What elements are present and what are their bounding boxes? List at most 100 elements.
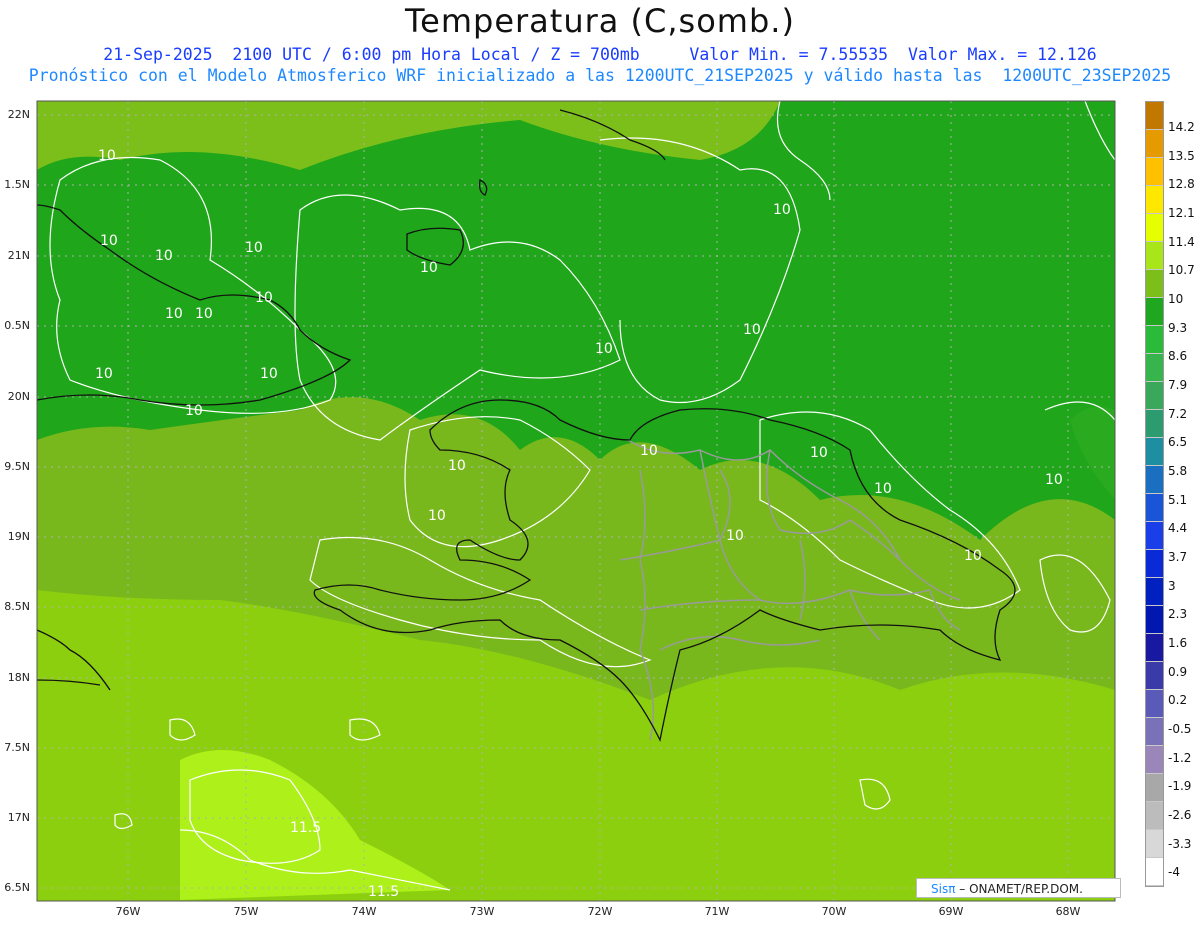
- colorbar-label: 3: [1168, 578, 1176, 593]
- forecast-time-line: 21-Sep-2025 2100 UTC / 6:00 pm Hora Loca…: [103, 45, 1097, 64]
- colorbar-label: -0.5: [1168, 722, 1192, 737]
- colorbar-box: [1146, 438, 1163, 466]
- contour-label: 11.5: [368, 884, 399, 900]
- colorbar-label: 5.8: [1168, 464, 1188, 479]
- lat-label: 6.5N: [4, 881, 30, 894]
- colorbar-box: [1146, 270, 1163, 298]
- colorbar-label: 1.6: [1168, 636, 1188, 651]
- model-info-line: Pronóstico con el Modelo Atmosferico WRF…: [28, 66, 1172, 85]
- contour-label: 10: [810, 445, 828, 461]
- credit-box: Sisπ – ONAMET/REP.DOM.: [916, 878, 1121, 898]
- lat-label: 22N: [7, 108, 30, 121]
- colorbar-box: [1146, 746, 1163, 774]
- lat-label: 0.5N: [4, 319, 30, 332]
- temperature-map: 10 10 10 10 10 10 10 10 10 10 10 10 10 1…: [36, 100, 1116, 902]
- lat-label: 19N: [7, 530, 30, 543]
- colorbar-box: [1146, 634, 1163, 662]
- colorbar-label: -4: [1168, 865, 1180, 880]
- colorbar-label: 2.3: [1168, 607, 1188, 622]
- colorbar-label: -1.9: [1168, 779, 1192, 794]
- lon-label: 73W: [469, 905, 495, 918]
- lat-label: 8.5N: [4, 600, 30, 613]
- lon-label: 76W: [115, 905, 141, 918]
- colorbar-box: [1146, 774, 1163, 802]
- colorbar-box: [1146, 102, 1163, 130]
- lat-label: 21N: [7, 249, 30, 262]
- chart-title: Temperatura (C,somb.): [405, 2, 795, 40]
- credit-org: – ONAMET/REP.DOM.: [959, 882, 1083, 896]
- colorbar-box: [1146, 130, 1163, 158]
- contour-label: 10: [165, 306, 183, 322]
- colorbar-label: -3.3: [1168, 836, 1192, 851]
- colorbar-label: 11.4: [1168, 234, 1195, 249]
- colorbar-label: 0.9: [1168, 664, 1188, 679]
- colorbar-box: [1146, 494, 1163, 522]
- colorbar-box: [1146, 662, 1163, 690]
- colorbar-box: [1146, 186, 1163, 214]
- lon-label: 69W: [938, 905, 964, 918]
- contour-label: 10: [964, 548, 982, 564]
- lon-label: 68W: [1055, 905, 1081, 918]
- colorbar-box: [1146, 158, 1163, 186]
- contour-label: 10: [155, 248, 173, 264]
- colorbar-label: 14.2: [1168, 120, 1195, 134]
- lon-label: 75W: [233, 905, 259, 918]
- lon-label: 74W: [351, 905, 377, 918]
- colorbar-box: [1146, 690, 1163, 718]
- colorbar-label: 4.4: [1168, 521, 1188, 536]
- contour-label: 10: [245, 240, 263, 256]
- colorbar-label: 10: [1168, 292, 1184, 307]
- contour-label: 11.5: [290, 820, 321, 836]
- contour-label: 10: [428, 508, 446, 524]
- contour-label: 10: [95, 366, 113, 382]
- lat-label: 7.5N: [4, 741, 30, 754]
- contour-label: 10: [773, 202, 791, 218]
- colorbar-label: 5.1: [1168, 492, 1188, 507]
- colorbar-label: 12.1: [1168, 206, 1195, 220]
- colorbar: [1145, 101, 1164, 887]
- colorbar-box: [1146, 298, 1163, 326]
- colorbar-label: 9.3: [1168, 320, 1188, 335]
- contour-label: 10: [255, 290, 273, 306]
- contour-label: 10: [98, 148, 116, 164]
- colorbar-box: [1146, 550, 1163, 578]
- lat-label: 20N: [7, 390, 30, 403]
- contour-label: 10: [640, 443, 658, 459]
- contour-label: 10: [260, 366, 278, 382]
- colorbar-box: [1146, 606, 1163, 634]
- colorbar-label: -1.2: [1168, 750, 1192, 765]
- lat-label: 17N: [7, 811, 30, 824]
- colorbar-label: 0.2: [1168, 693, 1188, 708]
- contour-label: 10: [743, 322, 761, 338]
- lon-label: 72W: [587, 905, 613, 918]
- colorbar-label: -2.6: [1168, 808, 1192, 823]
- lat-label: 18N: [7, 671, 30, 684]
- colorbar-box: [1146, 830, 1163, 858]
- lon-label: 71W: [704, 905, 730, 918]
- contour-label: 10: [1045, 472, 1063, 488]
- colorbar-label: 7.2: [1168, 406, 1188, 421]
- colorbar-box: [1146, 354, 1163, 382]
- contour-label: 10: [874, 481, 892, 497]
- colorbar-label: 3.7: [1168, 550, 1188, 565]
- colorbar-label: 12.8: [1168, 177, 1195, 192]
- colorbar-box: [1146, 466, 1163, 494]
- colorbar-box: [1146, 242, 1163, 270]
- colorbar-box: [1146, 718, 1163, 746]
- colorbar-box: [1146, 858, 1163, 886]
- contour-label: 10: [100, 233, 118, 249]
- credit-brand: Sisπ: [931, 882, 956, 896]
- colorbar-label: 13.5: [1168, 148, 1195, 163]
- colorbar-box: [1146, 410, 1163, 438]
- lat-label: 9.5N: [4, 460, 30, 473]
- colorbar-box: [1146, 578, 1163, 606]
- colorbar-box: [1146, 522, 1163, 550]
- colorbar-label: 8.6: [1168, 349, 1188, 364]
- colorbar-label: 10.7: [1168, 263, 1195, 278]
- contour-label: 10: [185, 403, 203, 419]
- contour-label: 10: [195, 306, 213, 322]
- contour-label: 10: [595, 341, 613, 357]
- contour-label: 10: [448, 458, 466, 474]
- colorbar-box: [1146, 382, 1163, 410]
- contour-label: 10: [726, 528, 744, 544]
